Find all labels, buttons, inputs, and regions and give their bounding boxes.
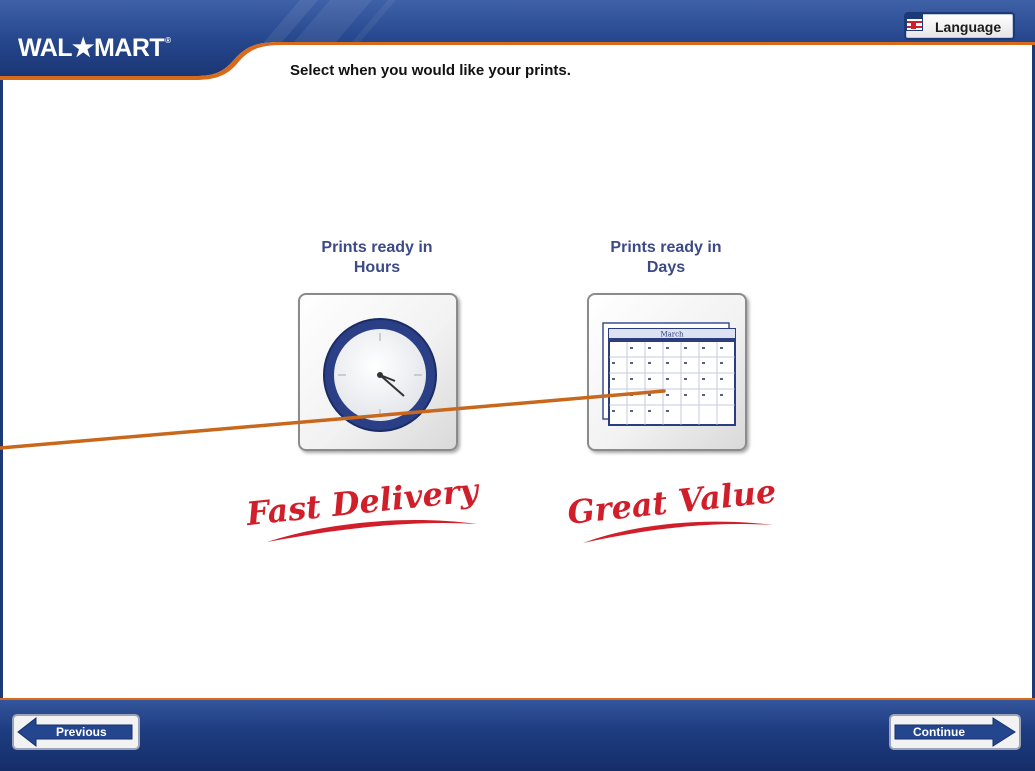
option-days-title-line2: Days <box>646 259 686 276</box>
page-instruction: Select when you would like your prints. <box>290 62 571 79</box>
great-value-swoosh <box>583 521 773 543</box>
walmart-logo: WAL★MART® <box>18 33 171 63</box>
option-days-button[interactable]: March <box>587 293 747 451</box>
calendar-icon: March <box>602 322 736 426</box>
option-days-title: Prints ready in Days <box>566 238 766 278</box>
option-days-title-line1: Prints ready in <box>610 239 722 256</box>
option-hours-title: Prints ready in Hours <box>277 238 477 278</box>
language-button[interactable]: Language <box>904 12 1015 40</box>
language-label: Language <box>935 19 1002 35</box>
option-hours-title-line2: Hours <box>353 259 401 276</box>
footer-bar: Previous Continue <box>0 698 1035 771</box>
previous-label: Previous <box>56 725 107 739</box>
fast-delivery-swoosh <box>267 520 477 542</box>
clock-icon <box>323 318 437 432</box>
registered-mark: ® <box>165 36 171 45</box>
continue-button[interactable]: Continue <box>889 714 1021 750</box>
kiosk-frame <box>0 0 1035 769</box>
logo-text: WAL★MART <box>18 34 165 62</box>
language-flag-icon <box>906 14 923 31</box>
calendar-month-label: March <box>660 331 684 339</box>
previous-button[interactable]: Previous <box>12 714 140 750</box>
continue-label: Continue <box>913 725 965 739</box>
option-hours-button[interactable] <box>298 293 458 451</box>
option-hours-title-line1: Prints ready in <box>321 239 433 256</box>
